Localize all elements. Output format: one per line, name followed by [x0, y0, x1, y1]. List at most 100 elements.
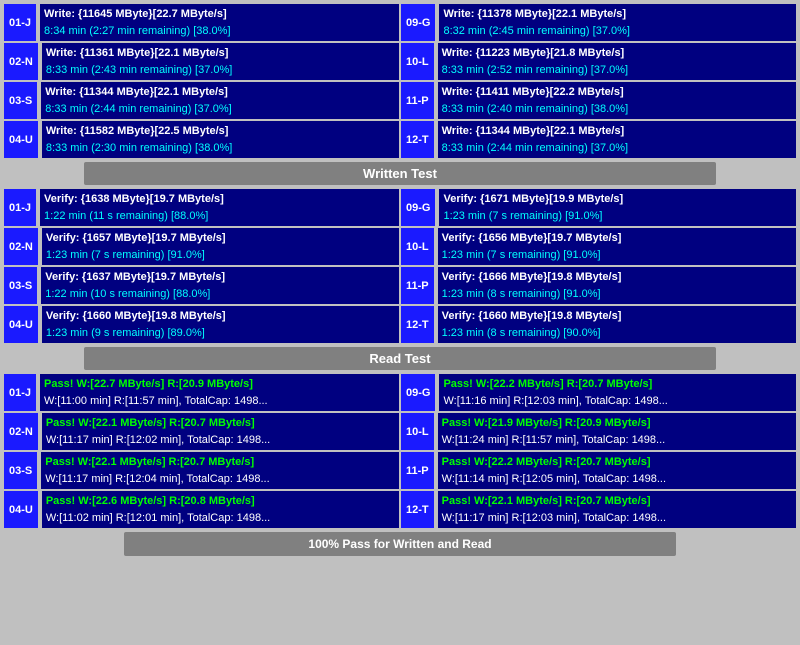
drive-status: Write: {11361 MByte}[22.1 MByte/s]8:33 m… — [42, 43, 399, 80]
status-line1: Pass! W:[22.1 MByte/s] R:[20.7 MByte/s] — [45, 454, 395, 471]
drive-status: Pass! W:[22.2 MByte/s] R:[20.7 MByte/s]W… — [439, 374, 796, 411]
drive-status: Pass! W:[21.9 MByte/s] R:[20.9 MByte/s]W… — [438, 413, 796, 450]
status-line1: Verify: {1638 MByte}[19.7 MByte/s] — [44, 191, 395, 208]
status-line2: 1:23 min (8 s remaining) [91.0%] — [442, 286, 792, 303]
status-line2: 8:33 min (2:30 min remaining) [38.0%] — [46, 140, 395, 157]
drive-label: 01-J — [4, 189, 36, 226]
status-line1: Write: {11582 MByte}[22.5 MByte/s] — [46, 123, 395, 140]
read-test-section: 01-J Pass! W:[22.7 MByte/s] R:[20.9 MByte… — [4, 374, 796, 528]
drive-status: Pass! W:[22.1 MByte/s] R:[20.7 MByte/s]W… — [438, 491, 796, 528]
written-test-header: Written Test — [84, 162, 716, 185]
main-container: 01-JWrite: {11645 MByte}[22.7 MByte/s]8:… — [0, 0, 800, 564]
drive-label: 11-P — [401, 452, 434, 489]
status-line2: 1:23 min (7 s remaining) [91.0%] — [443, 208, 792, 225]
status-line2: 1:23 min (9 s remaining) [89.0%] — [46, 325, 395, 342]
status-line1: Pass! W:[22.7 MByte/s] R:[20.9 MByte/s] — [44, 376, 395, 393]
drive-status: Verify: {1671 MByte}[19.9 MByte/s]1:23 m… — [439, 189, 796, 226]
drive-label: 12-T — [401, 306, 434, 343]
drive-status: Verify: {1638 MByte}[19.7 MByte/s]1:22 m… — [40, 189, 399, 226]
table-row: 03-S Write: {11344 MByte}[22.1 MByte/s]8:… — [4, 82, 399, 119]
status-line2: 1:22 min (11 s remaining) [88.0%] — [44, 208, 395, 225]
status-line1: Pass! W:[22.1 MByte/s] R:[20.7 MByte/s] — [46, 415, 395, 432]
status-line1: Verify: {1666 MByte}[19.8 MByte/s] — [442, 269, 792, 286]
table-row: 04-UVerify: {1660 MByte}[19.8 MByte/s]1:… — [4, 306, 399, 343]
status-line2: 8:33 min (2:44 min remaining) [37.0%] — [45, 101, 395, 118]
status-line2: 8:33 min (2:44 min remaining) [37.0%] — [442, 140, 792, 157]
status-line1: Write: {11378 MByte}[22.1 MByte/s] — [443, 6, 792, 23]
drive-status: Write: {11223 MByte}[21.8 MByte/s]8:33 m… — [438, 43, 796, 80]
drive-status: Verify: {1656 MByte}[19.7 MByte/s]1:23 m… — [438, 228, 796, 265]
status-line2: W:[11:17 min] R:[12:03 min], TotalCap: 1… — [442, 510, 792, 527]
drive-status: Verify: {1666 MByte}[19.8 MByte/s]1:23 m… — [438, 267, 796, 304]
drive-label: 09-G — [401, 4, 435, 41]
drive-status: Pass! W:[22.1 MByte/s] R:[20.7 MByte/s]W… — [42, 413, 399, 450]
status-line2: 8:34 min (2:27 min remaining) [38.0%] — [44, 23, 395, 40]
status-line2: 1:23 min (7 s remaining) [91.0%] — [46, 247, 395, 264]
drive-label: 12-T — [401, 121, 434, 158]
drive-label: 03-S — [4, 267, 37, 304]
table-row: 01-J Pass! W:[22.7 MByte/s] R:[20.9 MByte… — [4, 374, 399, 411]
drive-status: Write: {11645 MByte}[22.7 MByte/s]8:34 m… — [40, 4, 399, 41]
drive-label: 09-G — [401, 374, 435, 411]
verify-test-grid: 01-JVerify: {1638 MByte}[19.7 MByte/s]1:… — [4, 189, 796, 343]
status-line1: Verify: {1656 MByte}[19.7 MByte/s] — [442, 230, 792, 247]
verify-test-section: 01-JVerify: {1638 MByte}[19.7 MByte/s]1:… — [4, 189, 796, 343]
written-test-grid: 01-JWrite: {11645 MByte}[22.7 MByte/s]8:… — [4, 4, 796, 158]
bottom-status-bar: 100% Pass for Written and Read — [124, 532, 676, 556]
drive-status: Verify: {1660 MByte}[19.8 MByte/s]1:23 m… — [42, 306, 399, 343]
drive-status: Verify: {1637 MByte}[19.7 MByte/s]1:22 m… — [41, 267, 399, 304]
drive-label: 02-N — [4, 228, 38, 265]
status-line1: Verify: {1660 MByte}[19.8 MByte/s] — [442, 308, 792, 325]
status-line2: 8:33 min (2:52 min remaining) [37.0%] — [442, 62, 792, 79]
status-line2: W:[11:24 min] R:[11:57 min], TotalCap: 1… — [442, 432, 792, 449]
drive-status: Write: {11411 MByte}[22.2 MByte/s]8:33 m… — [438, 82, 796, 119]
drive-label: 11-P — [401, 267, 434, 304]
drive-status: Verify: {1657 MByte}[19.7 MByte/s]1:23 m… — [42, 228, 399, 265]
table-row: 09-GVerify: {1671 MByte}[19.9 MByte/s]1:… — [401, 189, 796, 226]
table-row: 11-PPass! W:[22.2 MByte/s] R:[20.7 MByte… — [401, 452, 796, 489]
drive-status: Verify: {1660 MByte}[19.8 MByte/s]1:23 m… — [438, 306, 796, 343]
status-line2: W:[11:14 min] R:[12:05 min], TotalCap: 1… — [442, 471, 792, 488]
drive-label: 03-S — [4, 82, 37, 119]
drive-label: 02-N — [4, 43, 38, 80]
drive-status: Write: {11378 MByte}[22.1 MByte/s]8:32 m… — [439, 4, 796, 41]
table-row: 10-LWrite: {11223 MByte}[21.8 MByte/s]8:… — [401, 43, 796, 80]
drive-label: 10-L — [401, 228, 434, 265]
drive-label: 03-S — [4, 452, 37, 489]
status-line1: Write: {11411 MByte}[22.2 MByte/s] — [442, 84, 792, 101]
status-line1: Pass! W:[22.2 MByte/s] R:[20.7 MByte/s] — [442, 454, 792, 471]
status-line1: Write: {11344 MByte}[22.1 MByte/s] — [45, 84, 395, 101]
read-test-header: Read Test — [84, 347, 716, 370]
status-line2: 1:23 min (7 s remaining) [91.0%] — [442, 247, 792, 264]
status-line2: 8:33 min (2:40 min remaining) [38.0%] — [442, 101, 792, 118]
drive-status: Pass! W:[22.6 MByte/s] R:[20.8 MByte/s]W… — [42, 491, 399, 528]
status-line1: Pass! W:[21.9 MByte/s] R:[20.9 MByte/s] — [442, 415, 792, 432]
drive-label: 01-J — [4, 374, 36, 411]
status-line1: Pass! W:[22.2 MByte/s] R:[20.7 MByte/s] — [443, 376, 792, 393]
drive-label: 04-U — [4, 121, 38, 158]
drive-label: 10-L — [401, 413, 434, 450]
drive-label: 12-T — [401, 491, 434, 528]
table-row: 03-SVerify: {1637 MByte}[19.7 MByte/s]1:… — [4, 267, 399, 304]
table-row: 09-GWrite: {11378 MByte}[22.1 MByte/s]8:… — [401, 4, 796, 41]
drive-label: 01-J — [4, 4, 36, 41]
table-row: 11-PWrite: {11411 MByte}[22.2 MByte/s]8:… — [401, 82, 796, 119]
table-row: 01-JVerify: {1638 MByte}[19.7 MByte/s]1:… — [4, 189, 399, 226]
drive-label: 02-N — [4, 413, 38, 450]
table-row: 11-PVerify: {1666 MByte}[19.8 MByte/s]1:… — [401, 267, 796, 304]
status-line1: Verify: {1671 MByte}[19.9 MByte/s] — [443, 191, 792, 208]
drive-status: Write: {11582 MByte}[22.5 MByte/s]8:33 m… — [42, 121, 399, 158]
status-line2: 1:22 min (10 s remaining) [88.0%] — [45, 286, 395, 303]
drive-label: 04-U — [4, 491, 38, 528]
status-line2: W:[11:16 min] R:[12:03 min], TotalCap: 1… — [443, 393, 792, 410]
table-row: 01-JWrite: {11645 MByte}[22.7 MByte/s]8:… — [4, 4, 399, 41]
status-line1: Write: {11361 MByte}[22.1 MByte/s] — [46, 45, 395, 62]
status-line2: 8:33 min (2:43 min remaining) [37.0%] — [46, 62, 395, 79]
table-row: 12-TWrite: {11344 MByte}[22.1 MByte/s]8:… — [401, 121, 796, 158]
drive-status: Pass! W:[22.2 MByte/s] R:[20.7 MByte/s]W… — [438, 452, 796, 489]
status-line1: Pass! W:[22.1 MByte/s] R:[20.7 MByte/s] — [442, 493, 792, 510]
table-row: 02-NVerify: {1657 MByte}[19.7 MByte/s]1:… — [4, 228, 399, 265]
read-test-grid: 01-J Pass! W:[22.7 MByte/s] R:[20.9 MByte… — [4, 374, 796, 528]
table-row: 04-UPass! W:[22.6 MByte/s] R:[20.8 MByte… — [4, 491, 399, 528]
status-line2: W:[11:17 min] R:[12:02 min], TotalCap: 1… — [46, 432, 395, 449]
